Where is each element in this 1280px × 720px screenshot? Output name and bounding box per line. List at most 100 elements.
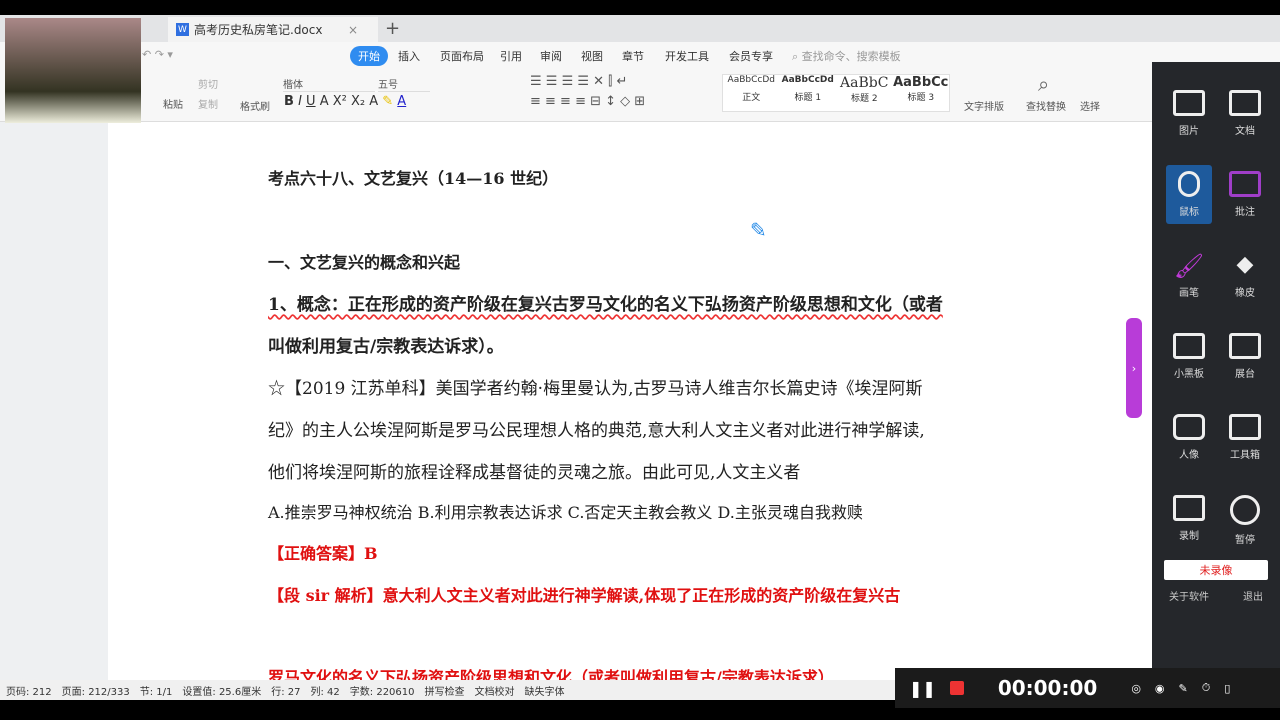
timer-icon[interactable]: ⏱ [1202, 681, 1211, 695]
panel-mouse[interactable]: 鼠标 [1166, 165, 1212, 224]
missing-fonts-button[interactable]: 缺失字体 [525, 683, 565, 698]
style-preview: AaBbC [840, 75, 889, 91]
label: 人像 [1179, 450, 1199, 461]
screenshot-icon[interactable]: ◎ [1131, 682, 1141, 695]
panel-pause[interactable]: 暂停 [1222, 489, 1268, 552]
eraser-icon: ◆ [1236, 252, 1254, 277]
recorder-bar: ❚❚ 00:00:00 ◎ ◉ ✎ ⏱ ▯ [895, 668, 1280, 708]
camera-icon[interactable]: ◉ [1155, 682, 1165, 695]
stop-button[interactable] [949, 681, 964, 695]
label: 暂停 [1235, 535, 1255, 546]
tab-title: 高考历史私房笔记.docx [194, 23, 323, 37]
correct-answer: 【正确答案】B [268, 544, 378, 563]
label: 工具箱 [1230, 450, 1260, 461]
answer-options: A.推崇罗马神权统治 B.利用宗教表达诉求 C.否定天主教会教义 D.主张灵魂自… [268, 503, 863, 522]
menu-home[interactable]: 开始 [350, 46, 388, 66]
status-page: 页码: 212 [6, 686, 52, 698]
camera-icon [1173, 414, 1205, 440]
select-button[interactable]: 选择 [1080, 98, 1100, 113]
menu-insert[interactable]: 插入 [398, 48, 420, 64]
style-preview: AaBbCc [893, 75, 949, 90]
mouse-icon [1178, 171, 1200, 197]
showcase-icon [1229, 333, 1261, 359]
panel-toolbox[interactable]: 工具箱 [1222, 408, 1268, 467]
text-layout-button[interactable]: 文字排版 [964, 98, 1004, 113]
close-tab-button[interactable]: × [348, 23, 358, 37]
style-preview: AaBbCcDd [727, 75, 775, 85]
menu-review[interactable]: 审阅 [540, 48, 562, 64]
panel-document[interactable]: 文档 [1222, 84, 1268, 143]
copy-button[interactable]: 复制 [198, 96, 218, 111]
menu-layout[interactable]: 页面布局 [440, 48, 484, 64]
panel-image[interactable]: 图片 [1166, 84, 1212, 143]
menu-member[interactable]: 会员专享 [729, 48, 773, 64]
font-size-select[interactable]: 五号 [378, 76, 430, 92]
document-tab[interactable]: W 高考历史私房笔记.docx × [168, 17, 378, 42]
label: 图片 [1179, 126, 1199, 137]
label: 录制 [1179, 531, 1199, 542]
style-heading1[interactable]: AaBbCcDd 标题 1 [780, 75, 837, 111]
exit-button[interactable]: 退出 [1243, 588, 1263, 603]
paragraph-buttons[interactable]: ☰ ☰ ☰ ☰ ✕ ⫿ ↵ [530, 74, 627, 89]
status-wordcount[interactable]: 字数: 220610 [350, 683, 415, 698]
search-placeholder: 查找命令、搜索模板 [801, 50, 901, 63]
panel-eraser[interactable]: ◆ 橡皮 [1222, 246, 1268, 305]
status-position: 设置值: 25.6厘米 [182, 686, 262, 698]
style-heading3[interactable]: AaBbCc 标题 3 [893, 75, 950, 111]
image-icon [1173, 90, 1205, 116]
style-label: 正文 [742, 93, 761, 103]
pause-icon [1230, 495, 1260, 525]
toolbox-icon [1229, 414, 1261, 440]
panel-showcase[interactable]: 展台 [1222, 327, 1268, 386]
proofread-button[interactable]: 文档校对 [475, 683, 515, 698]
new-tab-button[interactable]: + [385, 18, 400, 39]
style-normal[interactable]: AaBbCcDd 正文 [723, 75, 780, 111]
cut-button[interactable]: 剪切 [198, 76, 218, 91]
folder-icon [1229, 90, 1261, 116]
paste-button[interactable]: 粘贴 [163, 96, 183, 111]
question-line-3: 他们将埃涅阿斯的旅程诠释成基督徒的灵魂之旅。由此可见,人文主义者 [268, 463, 801, 483]
find-replace-button[interactable]: 查找替换 [1026, 98, 1066, 113]
undo-button[interactable]: ↶ ↷ ▾ [142, 48, 173, 61]
panel-annotate[interactable]: 批注 [1222, 165, 1268, 224]
webcam-overlay [5, 18, 141, 123]
panel-record[interactable]: 录制 [1166, 489, 1212, 552]
label: 鼠标 [1179, 207, 1199, 218]
spell-check-button[interactable]: 拼写检查 [425, 683, 465, 698]
font-select[interactable]: 楷体 [283, 76, 375, 92]
window-icon[interactable]: ▯ [1224, 682, 1230, 695]
section-heading: 一、文艺复兴的概念和兴起 [268, 253, 461, 272]
status-pages: 页面: 212/333 [61, 686, 130, 698]
status-col: 列: 42 [310, 686, 340, 698]
menu-developer[interactable]: 开发工具 [665, 48, 709, 64]
search-command[interactable]: ⌕ 查找命令、搜索模板 [792, 48, 901, 64]
menu-references[interactable]: 引用 [500, 48, 522, 64]
tools-panel: 图片 文档 鼠标 批注 🖌 画笔 ◆ 橡皮 小黑板 展台 人像 工具箱 录制 暂停 … [1152, 62, 1280, 668]
panel-toggle-handle[interactable]: › [1126, 318, 1142, 418]
annotate-icon [1229, 171, 1261, 197]
panel-pen[interactable]: 🖌 画笔 [1166, 246, 1212, 305]
label: 展台 [1235, 369, 1255, 380]
style-heading2[interactable]: AaBbC 标题 2 [836, 75, 893, 111]
status-row: 行: 27 [271, 686, 301, 698]
panel-blackboard[interactable]: 小黑板 [1166, 327, 1212, 386]
pen-icon[interactable]: ✎ [1179, 682, 1188, 695]
about-button[interactable]: 关于软件 [1169, 588, 1209, 603]
label: 批注 [1235, 207, 1255, 218]
concept-line-1: 1、概念：正在形成的资产阶级在复兴古罗马文化的名义下弘扬资产阶级思想和文化（或者 [268, 295, 943, 315]
pause-button[interactable]: ❚❚ [909, 679, 936, 698]
menu-view[interactable]: 视图 [581, 48, 603, 64]
wps-doc-icon: W [176, 23, 189, 36]
label: 画笔 [1179, 288, 1199, 299]
format-buttons[interactable]: B I U A X² X₂ A ✎ A [284, 94, 406, 109]
label: 文档 [1235, 126, 1255, 137]
format-painter-button[interactable]: 格式刷 [240, 98, 270, 113]
doc-heading: 考点六十八、文艺复兴（14—16 世纪） [268, 169, 559, 188]
panel-portrait[interactable]: 人像 [1166, 408, 1212, 467]
styles-gallery: AaBbCcDd 正文 AaBbCcDd 标题 1 AaBbC 标题 2 AaBbCc… [722, 74, 950, 112]
analysis-line-2: 罗马文化的名义下弘扬资产阶级思想和文化（或者叫做利用复古/宗教表达诉求） [268, 668, 834, 680]
align-buttons[interactable]: ≡ ≡ ≡ ≡ ⊟ ↕ ◇ ⊞ [530, 94, 645, 109]
menu-chapter[interactable]: 章节 [622, 48, 644, 64]
brush-icon: 🖌 [1173, 252, 1205, 280]
style-label: 标题 3 [907, 93, 935, 103]
